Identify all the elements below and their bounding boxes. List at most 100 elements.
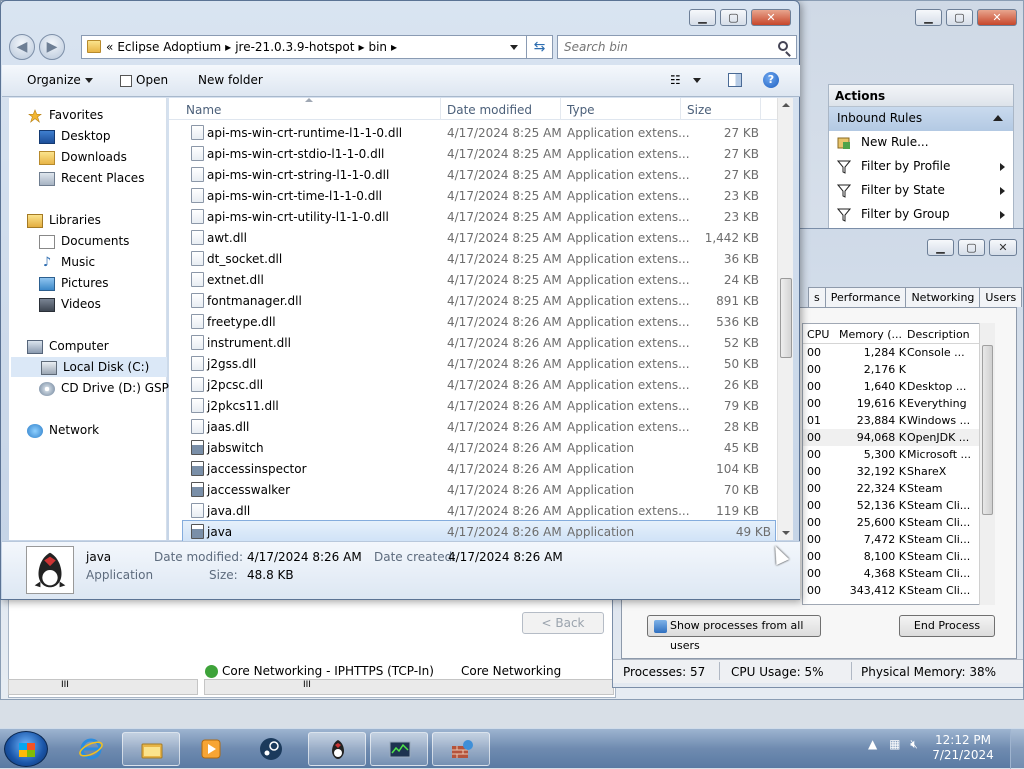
column-size[interactable]: Size <box>687 103 712 117</box>
process-row[interactable]: 00 25,600 K Steam Cli... <box>803 514 994 531</box>
nav-network[interactable]: Network <box>27 423 99 438</box>
file-row[interactable]: api-ms-win-crt-time-l1-1-0.dll 4/17/2024 … <box>169 185 777 206</box>
action-filter-profile[interactable]: Filter by Profile <box>829 155 1013 179</box>
vertical-scrollbar[interactable] <box>979 323 995 605</box>
breadcrumb-bin[interactable]: bin <box>368 40 387 54</box>
change-view-button[interactable]: ☷ <box>670 73 701 87</box>
refresh-button[interactable]: ⇆ <box>527 35 553 59</box>
back-button[interactable]: ◀ <box>9 34 35 60</box>
nav-local-disk[interactable]: Local Disk (C:) <box>11 357 167 377</box>
file-row[interactable]: freetype.dll 4/17/2024 8:26 AM Application… <box>169 311 777 332</box>
file-row[interactable]: extnet.dll 4/17/2024 8:25 AM Application e… <box>169 269 777 290</box>
nav-downloads[interactable]: Downloads <box>39 150 127 165</box>
file-row[interactable]: dt_socket.dll 4/17/2024 8:25 AM Applicatio… <box>169 248 777 269</box>
process-row[interactable]: 00 32,192 K ShareX <box>803 463 994 480</box>
search-icon[interactable] <box>778 41 788 51</box>
nav-recent-places[interactable]: Recent Places <box>39 171 144 186</box>
nav-cd-drive[interactable]: CD Drive (D:) GSP1R <box>39 381 185 396</box>
column-cpu[interactable]: CPU <box>807 328 829 341</box>
taskbar-media-player[interactable] <box>182 732 240 766</box>
file-row[interactable]: jabswitch 4/17/2024 8:26 AM Application 45 … <box>169 437 777 458</box>
end-process-button[interactable]: End Process <box>899 615 995 637</box>
file-row[interactable]: jaccessinspector 4/17/2024 8:26 AM Applica… <box>169 458 777 479</box>
minimize-button[interactable]: ▁ <box>689 9 716 26</box>
file-row[interactable]: instrument.dll 4/17/2024 8:26 AM Applicati… <box>169 332 777 353</box>
process-row[interactable]: 00 343,412 K Steam Cli... <box>803 582 994 599</box>
file-row[interactable]: api-ms-win-crt-string-l1-1-0.dll 4/17/202… <box>169 164 777 185</box>
file-row[interactable]: java.dll 4/17/2024 8:26 AM Application ext… <box>169 500 777 521</box>
maximize-button[interactable]: ▢ <box>720 9 747 26</box>
new-folder-button[interactable]: New folder <box>198 73 263 87</box>
file-row[interactable]: awt.dll 4/17/2024 8:25 AM Application exte… <box>169 227 777 248</box>
column-divider[interactable] <box>440 98 441 120</box>
tab-processes[interactable]: s <box>808 287 826 307</box>
process-row[interactable]: 00 1,284 K Console ... <box>803 344 994 361</box>
back-button[interactable]: < Back <box>522 612 604 634</box>
forward-button[interactable]: ▶ <box>39 34 65 60</box>
process-row[interactable]: 00 4,368 K Steam Cli... <box>803 565 994 582</box>
action-filter-group[interactable]: Filter by Group <box>829 203 1013 227</box>
scrollbar-thumb[interactable] <box>982 345 993 515</box>
address-bar[interactable]: « Eclipse Adoptium ▸ jre-21.0.3.9-hotspot ▸ b… <box>81 35 527 59</box>
file-row[interactable]: j2gss.dll 4/17/2024 8:26 AM Application ex… <box>169 353 777 374</box>
file-row[interactable]: fontmanager.dll 4/17/2024 8:25 AM Applicat… <box>169 290 777 311</box>
file-row[interactable]: jaas.dll 4/17/2024 8:26 AM Application ext… <box>169 416 777 437</box>
nav-documents[interactable]: Documents <box>39 234 129 249</box>
process-row[interactable]: 00 5,300 K Microsoft ... <box>803 446 994 463</box>
close-button[interactable]: ✕ <box>751 9 791 26</box>
column-description[interactable]: Description <box>907 328 970 341</box>
taskbar-task-manager[interactable] <box>370 732 428 766</box>
process-row[interactable]: 00 94,068 K OpenJDK ... <box>803 429 994 446</box>
column-date-modified[interactable]: Date modified <box>447 103 532 117</box>
navigation-pane[interactable]: Favorites Desktop Downloads Recent Place… <box>9 98 185 540</box>
process-row[interactable]: 00 8,100 K Steam Cli... <box>803 548 994 565</box>
scroll-up-icon[interactable] <box>782 103 790 107</box>
preview-pane-button[interactable] <box>728 73 742 87</box>
breadcrumb-jre[interactable]: jre-21.0.3.9-hotspot <box>235 40 354 54</box>
column-name[interactable]: Name <box>186 103 221 117</box>
file-row[interactable]: j2pcsc.dll 4/17/2024 8:26 AM Application e… <box>169 374 777 395</box>
tab-networking[interactable]: Networking <box>905 287 981 307</box>
process-row[interactable]: 01 23,884 K Windows ... <box>803 412 994 429</box>
nav-computer[interactable]: Computer <box>27 339 109 354</box>
file-list[interactable]: Name Date modified Type Size api-ms-win-… <box>169 98 793 543</box>
tab-performance[interactable]: Performance <box>824 287 907 307</box>
nav-videos[interactable]: Videos <box>39 297 101 312</box>
action-filter-state[interactable]: Filter by State <box>829 179 1013 203</box>
file-row[interactable]: api-ms-win-crt-runtime-l1-1-0.dll 4/17/20… <box>169 122 777 143</box>
close-button[interactable]: ✕ <box>977 9 1017 26</box>
breadcrumb-separator[interactable]: ▸ <box>358 40 364 54</box>
scrollbar-thumb[interactable] <box>780 278 792 358</box>
search-input[interactable] <box>564 39 764 55</box>
help-icon[interactable]: ? <box>763 72 779 88</box>
minimize-button[interactable]: ▁ <box>915 9 942 26</box>
file-row[interactable]: api-ms-win-crt-utility-l1-1-0.dll 4/17/20… <box>169 206 777 227</box>
nav-pictures[interactable]: Pictures <box>39 276 109 291</box>
column-divider[interactable] <box>680 98 681 120</box>
close-button[interactable]: ✕ <box>989 239 1017 256</box>
process-row[interactable]: 00 52,136 K Steam Cli... <box>803 497 994 514</box>
column-type[interactable]: Type <box>567 103 595 117</box>
show-desktop-button[interactable] <box>1010 729 1024 769</box>
collapse-icon[interactable] <box>993 115 1003 121</box>
column-divider[interactable] <box>760 98 761 120</box>
process-list[interactable]: CPU Memory (... Description 00 1,284 K Con… <box>802 323 995 605</box>
inbound-rules-header[interactable]: Inbound Rules <box>829 107 1013 131</box>
clock[interactable]: 12:12 PM 7/21/2024 <box>930 733 996 763</box>
vertical-scrollbar[interactable] <box>777 98 793 540</box>
horizontal-scrollbar[interactable]: III <box>204 679 614 695</box>
network-tray-icon[interactable]: ▦ <box>889 737 900 751</box>
scroll-down-icon[interactable] <box>782 531 790 535</box>
nav-libraries[interactable]: Libraries <box>27 213 101 228</box>
start-button[interactable] <box>4 731 48 767</box>
search-box[interactable] <box>557 35 797 59</box>
process-row[interactable]: 00 19,616 K Everything <box>803 395 994 412</box>
show-hidden-icons-icon[interactable]: ▲ <box>868 737 877 751</box>
file-row[interactable]: api-ms-win-crt-stdio-l1-1-0.dll 4/17/2024… <box>169 143 777 164</box>
taskbar-firewall[interactable] <box>432 732 490 766</box>
process-row[interactable]: 00 22,324 K Steam <box>803 480 994 497</box>
file-row[interactable]: java 4/17/2024 8:26 AM Application 49 KB <box>182 520 776 543</box>
breadcrumb-overflow[interactable]: « <box>106 40 113 54</box>
open-button[interactable]: Open <box>120 73 168 87</box>
column-memory[interactable]: Memory (... <box>839 328 902 341</box>
